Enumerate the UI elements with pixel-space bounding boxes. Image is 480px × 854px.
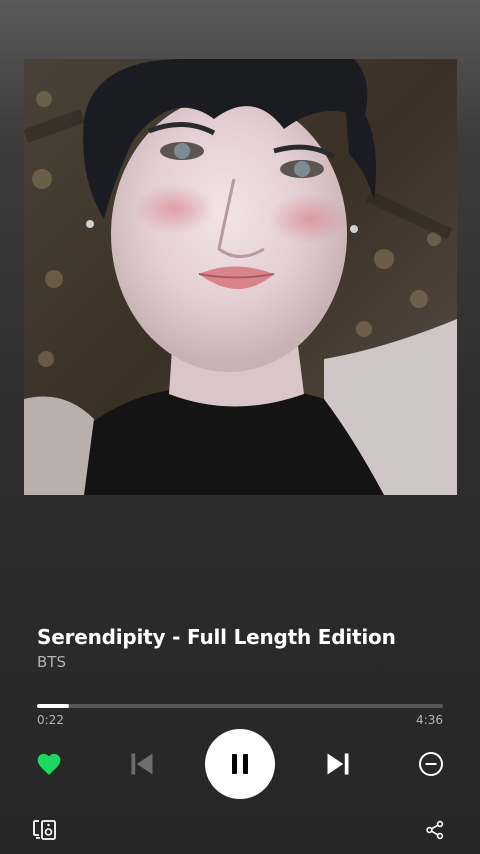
track-title[interactable]: Serendipity - Full Length Edition — [37, 624, 443, 650]
skip-previous-icon — [131, 753, 153, 775]
track-artist[interactable]: BTS — [37, 652, 443, 672]
album-cover-image — [24, 59, 457, 495]
progress-track[interactable] — [37, 704, 443, 708]
previous-track-button[interactable] — [124, 746, 160, 782]
remove-button[interactable] — [413, 746, 449, 782]
track-info: Serendipity - Full Length Edition BTS — [37, 624, 443, 672]
album-art — [24, 59, 457, 495]
skip-next-icon — [327, 753, 349, 775]
share-icon — [426, 820, 444, 840]
progress-fill — [37, 704, 70, 708]
minus-circle-icon — [419, 752, 443, 776]
connect-devices-button[interactable] — [30, 815, 60, 845]
share-button[interactable] — [421, 816, 449, 844]
total-time: 4:36 — [416, 713, 443, 727]
next-track-button[interactable] — [320, 746, 356, 782]
heart-icon — [37, 753, 61, 775]
elapsed-time: 0:22 — [37, 713, 64, 727]
connect-devices-icon — [33, 820, 56, 840]
play-pause-button[interactable] — [205, 729, 275, 799]
progress-bar[interactable] — [37, 704, 443, 708]
like-button[interactable] — [31, 746, 67, 782]
pause-icon — [232, 754, 248, 774]
